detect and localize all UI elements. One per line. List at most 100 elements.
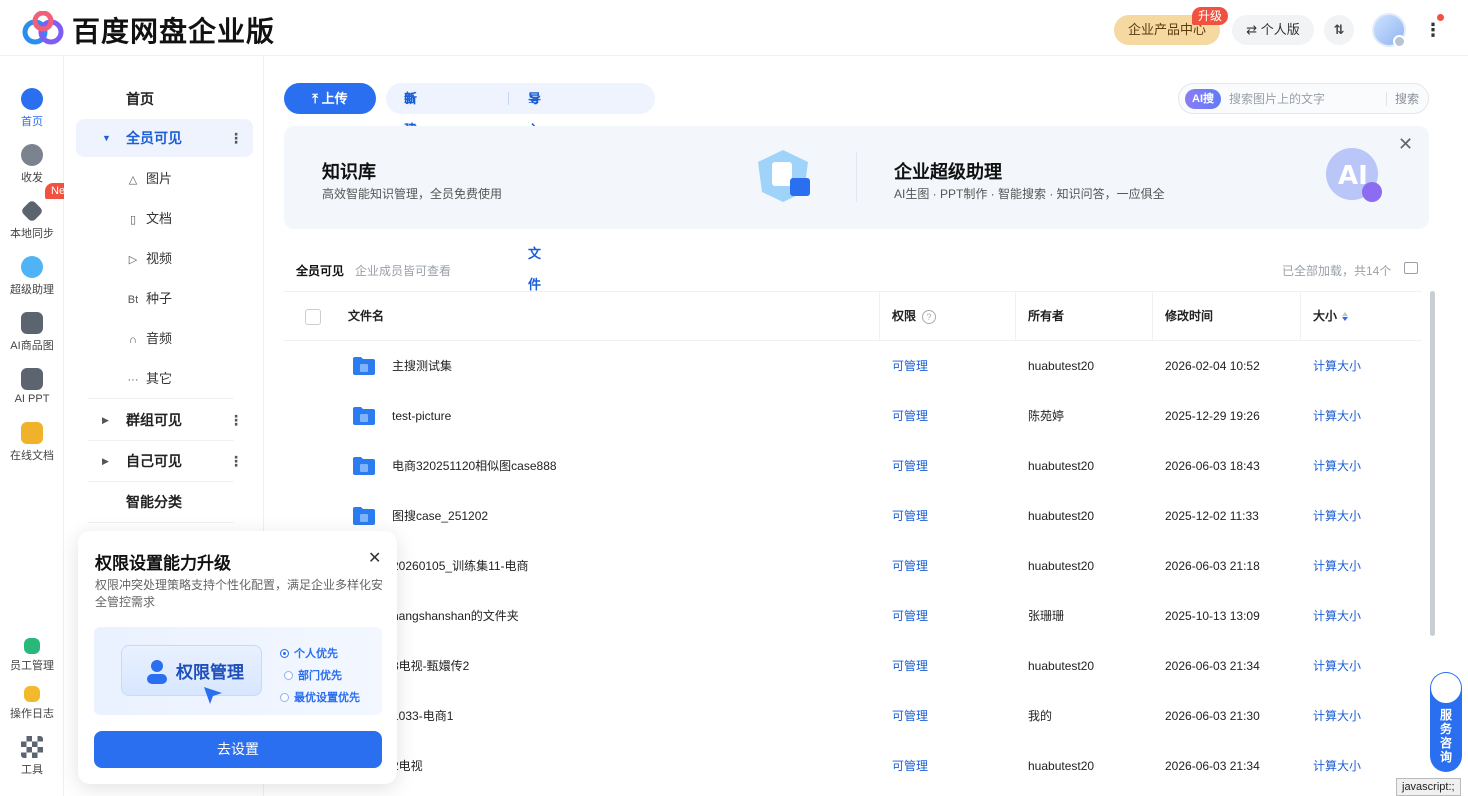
more-icon[interactable]: ⋮ <box>229 401 243 439</box>
table-row[interactable]: 2电视 可管理 huabutest20 2026-06-03 21:34 计算大小 <box>284 741 1422 791</box>
calc-size-link[interactable]: 计算大小 <box>1313 341 1361 391</box>
rail-label: 操作日志 <box>10 708 54 720</box>
sidebar-sub-torrents[interactable]: Bt 种子 <box>126 284 172 314</box>
file-name[interactable]: 图搜case_251202 <box>392 491 488 541</box>
rail-item-ai-product[interactable]: AI商品图 <box>0 312 64 353</box>
permission-cell[interactable]: 可管理 <box>892 641 928 691</box>
rail-label: 收发 <box>21 172 43 184</box>
rail-item-home[interactable]: 首页 <box>0 88 64 129</box>
column-header-modified[interactable]: 修改时间 <box>1165 292 1213 340</box>
calc-size-link[interactable]: 计算大小 <box>1313 641 1361 691</box>
sidebar-sub-audio[interactable]: ∩ 音频 <box>126 324 172 354</box>
sidebar-sub-other[interactable]: ··· 其它 <box>126 364 173 394</box>
upload-button[interactable]: ⤒ 上传 <box>284 83 376 114</box>
rail-item-local-sync[interactable]: 本地同步 <box>0 199 64 241</box>
file-name[interactable]: test-picture <box>392 391 451 441</box>
baidu-netdisk-logo[interactable] <box>22 11 64 45</box>
rail-item-staff[interactable]: 员工管理 <box>0 638 64 673</box>
user-icon <box>147 660 167 684</box>
sort-icon[interactable] <box>1341 311 1349 322</box>
file-name[interactable]: 20260105_训练集11-电商 <box>392 541 529 591</box>
search-input[interactable]: 搜索图片上的文字 <box>1229 84 1325 114</box>
file-name[interactable]: hangshanshan的文件夹 <box>392 591 519 641</box>
table-row[interactable]: 主搜测试集 可管理 huabutest20 2026-02-04 10:52 计算大小 <box>284 341 1422 391</box>
permission-cell[interactable]: 可管理 <box>892 341 928 391</box>
column-header-permission[interactable]: 权限? <box>892 292 937 340</box>
rail-item-online-doc[interactable]: 在线文档 <box>0 422 64 463</box>
close-icon[interactable]: ✕ <box>368 548 381 568</box>
column-header-size[interactable]: 大小 <box>1313 292 1349 340</box>
search-box[interactable]: AI搜 搜索图片上的文字 搜索 <box>1178 83 1429 114</box>
rail-item-tools[interactable]: 工具 <box>0 736 64 777</box>
caret-down-icon[interactable]: ▼ <box>102 119 111 157</box>
sidebar-item-smart-category[interactable]: 智能分类 <box>76 483 253 521</box>
select-all-checkbox[interactable] <box>305 309 321 325</box>
permission-cell[interactable]: 可管理 <box>892 541 928 591</box>
sidebar-item-all-visible[interactable]: ▼ 全员可见 ⋮ <box>76 119 253 157</box>
file-name[interactable]: 电商320251120相似图case888 <box>392 441 557 491</box>
column-divider[interactable] <box>1300 292 1301 340</box>
owner-cell: huabutest20 <box>1028 659 1095 673</box>
table-row[interactable]: 图搜case_251202 可管理 huabutest20 2025-12-02 11… <box>284 491 1422 541</box>
column-divider[interactable] <box>879 292 880 340</box>
column-divider[interactable] <box>1152 292 1153 340</box>
sidebar-item-home[interactable]: 首页 <box>76 80 253 118</box>
search-button[interactable]: 搜索 <box>1395 84 1419 114</box>
calc-size-link[interactable]: 计算大小 <box>1313 591 1361 641</box>
permission-cell[interactable]: 可管理 <box>892 491 928 541</box>
column-divider[interactable] <box>1015 292 1016 340</box>
column-header-name[interactable]: 文件名 <box>348 292 384 340</box>
column-header-owner[interactable]: 所有者 <box>1028 292 1064 340</box>
knowledge-base-title[interactable]: 知识库 <box>322 158 376 184</box>
table-header: 文件名 权限? 所有者 修改时间 大小 <box>284 291 1422 341</box>
calc-size-link[interactable]: 计算大小 <box>1313 491 1361 541</box>
permission-cell[interactable]: 可管理 <box>892 691 928 741</box>
sidebar-item-self-visible[interactable]: ▶ 自己可见 ⋮ <box>76 442 253 480</box>
caret-right-icon[interactable]: ▶ <box>102 442 109 480</box>
table-row[interactable]: 电商320251120相似图case888 可管理 huabutest20 2026-… <box>284 441 1422 491</box>
table-row[interactable]: hangshanshan的文件夹 可管理 张珊珊 2025-10-13 13:09 计算… <box>284 591 1422 641</box>
radio-icon <box>284 671 293 680</box>
ai-assistant-illustration[interactable]: AI <box>1324 144 1386 206</box>
permission-cell[interactable]: 可管理 <box>892 591 928 641</box>
rail-item-assistant[interactable]: 超级助理 <box>0 256 64 297</box>
rail-item-transfer[interactable]: 收发 <box>0 144 64 185</box>
permission-cell[interactable]: 可管理 <box>892 391 928 441</box>
calc-size-link[interactable]: 计算大小 <box>1313 541 1361 591</box>
super-assistant-title[interactable]: 企业超级助理 <box>894 158 1002 184</box>
rail-item-log[interactable]: 操作日志 <box>0 686 64 721</box>
file-name[interactable]: 主搜测试集 <box>392 341 452 391</box>
ai-search-tag[interactable]: AI搜 <box>1185 89 1221 109</box>
sidebar-sub-images[interactable]: △ 图片 <box>126 164 172 194</box>
calc-size-link[interactable]: 计算大小 <box>1313 741 1361 791</box>
permission-cell[interactable]: 可管理 <box>892 441 928 491</box>
rail-label: 首页 <box>21 116 43 128</box>
caret-right-icon[interactable]: ▶ <box>102 401 109 439</box>
service-consult-widget[interactable]: 服务咨询 <box>1430 672 1462 772</box>
close-icon[interactable]: ✕ <box>1398 134 1413 155</box>
table-row[interactable]: 8电视-甄嬛传2 可管理 huabutest20 2026-06-03 21:34 计算… <box>284 641 1422 691</box>
sidebar-sub-docs[interactable]: ▯ 文档 <box>126 204 172 234</box>
personal-edition-button[interactable]: ⇄ 个人版 <box>1232 15 1314 45</box>
go-settings-button[interactable]: 去设置 <box>94 731 382 768</box>
scrollbar[interactable] <box>1430 291 1435 636</box>
table-row[interactable]: test-picture 可管理 陈苑婷 2025-12-29 19:26 计算大小 <box>284 391 1422 441</box>
calc-size-link[interactable]: 计算大小 <box>1313 441 1361 491</box>
table-row[interactable]: 1033-电商1 可管理 我的 2026-06-03 21:30 计算大小 <box>284 691 1422 741</box>
knowledge-base-illustration[interactable] <box>754 148 812 204</box>
more-icon[interactable]: ⋮ <box>229 442 243 480</box>
sidebar-item-group-visible[interactable]: ▶ 群组可见 ⋮ <box>76 401 253 439</box>
rail-item-ai-ppt[interactable]: AI PPT <box>0 368 64 405</box>
calc-size-link[interactable]: 计算大小 <box>1313 691 1361 741</box>
file-name[interactable]: 8电视-甄嬛传2 <box>392 641 469 691</box>
transfer-list-icon[interactable]: ⇅ <box>1324 15 1354 45</box>
file-name[interactable]: 1033-电商1 <box>392 691 453 741</box>
help-icon[interactable]: ? <box>922 309 937 324</box>
more-icon[interactable]: ⋮ <box>229 119 243 157</box>
table-row[interactable]: 20260105_训练集11-电商 可管理 huabutest20 2026-06-0… <box>284 541 1422 591</box>
view-mode-icon[interactable] <box>1404 262 1418 274</box>
owner-cell: 张珊珊 <box>1028 609 1065 623</box>
sidebar-sub-videos[interactable]: ▷ 视频 <box>126 244 172 274</box>
calc-size-link[interactable]: 计算大小 <box>1313 391 1361 441</box>
permission-cell[interactable]: 可管理 <box>892 741 928 791</box>
